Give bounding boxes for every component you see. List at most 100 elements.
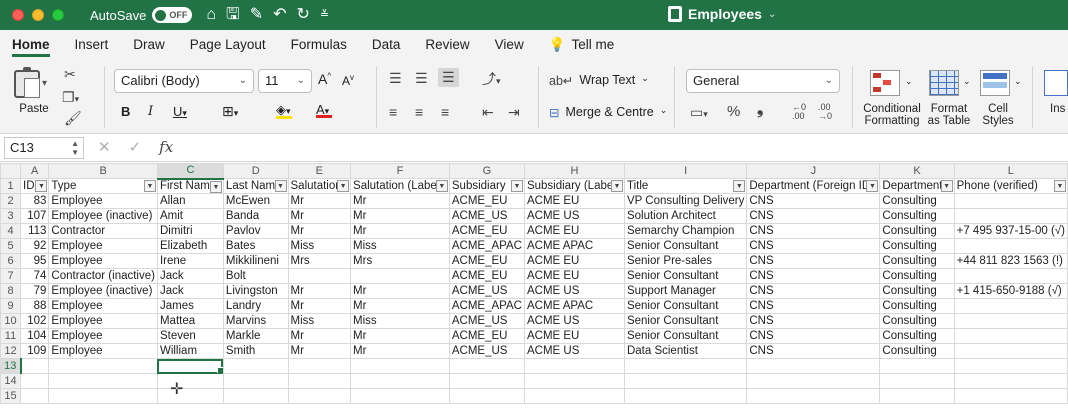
- cell[interactable]: [953, 298, 1068, 314]
- cell[interactable]: Miss: [287, 238, 352, 254]
- header-cell[interactable]: Subsidiary (Label) ▼: [523, 178, 625, 194]
- cell[interactable]: [953, 193, 1068, 209]
- cell[interactable]: [953, 268, 1068, 284]
- cell[interactable]: Senior Consultant: [623, 328, 748, 344]
- column-header-k[interactable]: K: [879, 163, 955, 179]
- cell[interactable]: Consulting: [879, 328, 955, 344]
- filter-dropdown-icon[interactable]: ▼: [940, 180, 953, 192]
- percent-icon[interactable]: %: [727, 103, 740, 120]
- cell[interactable]: Mikkilineni: [222, 253, 289, 269]
- cell[interactable]: Marvins: [222, 313, 289, 329]
- cell[interactable]: 102: [20, 313, 50, 329]
- row-header[interactable]: 9: [0, 298, 22, 314]
- header-cell[interactable]: Title ▼: [623, 178, 748, 194]
- cell[interactable]: Landry: [222, 298, 289, 314]
- column-header-h[interactable]: H: [523, 163, 625, 179]
- decrease-font-size-icon[interactable]: Av: [342, 73, 354, 88]
- empty-cell[interactable]: [523, 373, 625, 389]
- cell[interactable]: Mr: [287, 193, 352, 209]
- cancel-entry-icon[interactable]: ✕: [98, 138, 111, 156]
- cell[interactable]: Mr: [287, 328, 352, 344]
- empty-cell[interactable]: [523, 358, 625, 374]
- column-header-l[interactable]: L: [953, 163, 1068, 179]
- paste-dropdown-icon[interactable]: ▾: [42, 78, 47, 89]
- empty-cell[interactable]: [623, 358, 748, 374]
- cell[interactable]: 83: [20, 193, 50, 209]
- close-window-button[interactable]: [12, 9, 24, 21]
- cell[interactable]: Employee: [48, 313, 158, 329]
- cell[interactable]: Jack: [156, 268, 224, 284]
- cell[interactable]: Employee (inactive): [48, 208, 158, 224]
- empty-cell[interactable]: [623, 388, 748, 404]
- tab-home[interactable]: Home: [12, 30, 50, 60]
- cell[interactable]: Steven: [156, 328, 224, 344]
- column-header-j[interactable]: J: [746, 163, 881, 179]
- cell[interactable]: [350, 268, 450, 284]
- decrease-indent-icon[interactable]: ⇤: [482, 104, 494, 121]
- paste-button[interactable]: [14, 67, 40, 98]
- chevron-down-icon[interactable]: ⌄: [905, 76, 913, 87]
- tab-insert[interactable]: Insert: [75, 30, 109, 60]
- align-middle-icon[interactable]: ☰: [415, 70, 428, 87]
- cell[interactable]: CNS: [746, 223, 881, 239]
- cell[interactable]: Employee (inactive): [48, 283, 158, 299]
- undo-icon[interactable]: ↶: [273, 7, 286, 23]
- row-header[interactable]: 5: [0, 238, 22, 254]
- empty-cell[interactable]: [879, 358, 955, 374]
- align-bottom-icon[interactable]: ☰: [438, 68, 459, 87]
- cell[interactable]: [953, 343, 1068, 359]
- cell[interactable]: Mr: [350, 283, 450, 299]
- empty-cell[interactable]: [448, 373, 525, 389]
- cell[interactable]: 109: [20, 343, 50, 359]
- cell[interactable]: [953, 208, 1068, 224]
- cell[interactable]: ACME_US: [448, 283, 525, 299]
- italic-icon[interactable]: I: [148, 104, 153, 119]
- row-header[interactable]: 4: [0, 223, 22, 239]
- cell[interactable]: McEwen: [222, 193, 289, 209]
- cell[interactable]: Employee: [48, 343, 158, 359]
- column-header-i[interactable]: I: [623, 163, 748, 179]
- empty-cell[interactable]: [523, 388, 625, 404]
- column-header-a[interactable]: A: [20, 163, 50, 179]
- insert-function-icon[interactable]: fx: [159, 138, 173, 156]
- header-cell[interactable]: Phone (verified) ▼: [953, 178, 1068, 194]
- cell[interactable]: ACME_EU: [448, 328, 525, 344]
- filter-dropdown-icon[interactable]: ▼: [435, 180, 448, 192]
- cell[interactable]: Mr: [350, 343, 450, 359]
- cell[interactable]: Consulting: [879, 298, 955, 314]
- cell[interactable]: [953, 238, 1068, 254]
- header-cell[interactable]: ID ▼: [20, 178, 50, 194]
- empty-cell[interactable]: [623, 373, 748, 389]
- cell[interactable]: CNS: [746, 193, 881, 209]
- cell[interactable]: Consulting: [879, 313, 955, 329]
- cell[interactable]: Miss: [350, 238, 450, 254]
- empty-cell[interactable]: [448, 358, 525, 374]
- empty-cell[interactable]: [746, 358, 881, 374]
- cell[interactable]: Mr: [287, 208, 352, 224]
- edit-icon[interactable]: ✎: [250, 7, 263, 23]
- column-header-b[interactable]: B: [48, 163, 158, 179]
- header-cell[interactable]: Salutation ▼: [287, 178, 352, 194]
- increase-decimal-icon[interactable]: ←0.00: [792, 103, 806, 121]
- increase-font-size-icon[interactable]: A^: [318, 71, 331, 87]
- cell[interactable]: ACME EU: [523, 193, 625, 209]
- cell[interactable]: Mattea: [156, 313, 224, 329]
- cell[interactable]: ACME_US: [448, 343, 525, 359]
- cell[interactable]: CNS: [746, 298, 881, 314]
- empty-cell[interactable]: [350, 388, 450, 404]
- filter-dropdown-icon[interactable]: ▼: [733, 180, 746, 192]
- cell[interactable]: VP Consulting Delivery: [623, 193, 748, 209]
- cell[interactable]: Mrs: [287, 253, 352, 269]
- empty-cell[interactable]: [953, 358, 1068, 374]
- empty-cell[interactable]: [448, 388, 525, 404]
- cell[interactable]: James: [156, 298, 224, 314]
- row-header[interactable]: 1: [0, 178, 22, 194]
- empty-cell[interactable]: [350, 358, 450, 374]
- align-center-icon[interactable]: ≡: [415, 104, 423, 120]
- cut-icon[interactable]: ✂: [64, 66, 76, 83]
- cell[interactable]: ACME EU: [523, 328, 625, 344]
- header-cell[interactable]: Department (Foreign ID) ▼: [746, 178, 881, 194]
- empty-cell[interactable]: [48, 358, 158, 374]
- document-title[interactable]: Employees ⌄: [668, 6, 776, 22]
- chevron-down-icon[interactable]: ⌄: [963, 76, 971, 87]
